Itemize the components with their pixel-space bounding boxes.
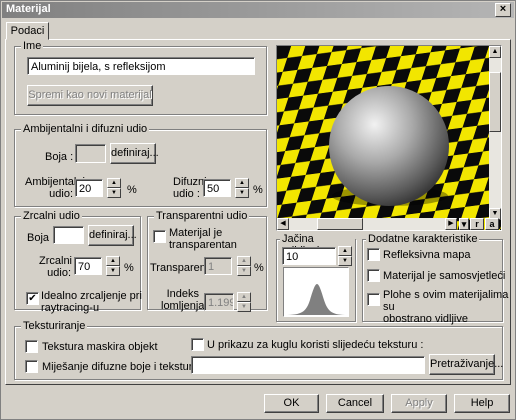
preview-vscrollbar[interactable]: ▲ ▼	[489, 46, 501, 220]
spin-up-icon[interactable]: ▲	[235, 178, 249, 188]
hscroll-thumb[interactable]	[317, 218, 363, 230]
spin-down-icon[interactable]: ▼	[237, 302, 251, 312]
mix-diffuse-label: Miješanje difuzne boje i teksture	[42, 361, 199, 373]
ok-button[interactable]: OK	[264, 394, 319, 413]
highlight-curve-shape	[284, 284, 348, 315]
help-button[interactable]: Help	[454, 394, 510, 413]
extra-legend: Dodatne karakteristike	[366, 233, 480, 245]
both-sides-label: Plohe s ovim materijalima su obostrano vi…	[383, 289, 509, 325]
both-sides-checkbox[interactable]	[367, 293, 380, 306]
ambient-share-label: Ambijentalni udio:	[25, 176, 85, 200]
ambient-define-button[interactable]: definiraj...	[110, 143, 159, 164]
ambient-color-label: Boja :	[45, 151, 74, 163]
reflect-map-label: Refleksivna mapa	[383, 249, 471, 261]
diffuse-percent: %	[253, 184, 263, 196]
close-button[interactable]: ×	[495, 3, 511, 17]
transparent-share-label: Transparent:	[150, 262, 212, 274]
browse-button[interactable]: Pretraživanje...	[429, 354, 503, 375]
material-preview: ▲ ▼ ◀ ▶ ▾ r a	[276, 45, 502, 231]
scroll-right-icon[interactable]: ▶	[445, 218, 457, 230]
is-transparent-checkbox[interactable]	[153, 230, 166, 243]
use-ball-texture-checkbox[interactable]	[191, 338, 204, 351]
mirror-share-input[interactable]: 70	[74, 257, 102, 275]
transparent-percent: %	[254, 262, 264, 274]
preview-sphere	[329, 86, 449, 206]
cancel-button[interactable]: Cancel	[326, 394, 384, 413]
ideal-reflection-checkbox[interactable]: ✔	[26, 292, 39, 305]
ambient-percent: %	[127, 184, 137, 196]
preview-hscrollbar[interactable]: ◀ ▶	[277, 218, 457, 230]
material-dialog: Materijal × Podaci Ime Aluminij bijela, …	[0, 0, 516, 420]
ambient-share-spinner[interactable]: ▲ ▼	[107, 178, 121, 198]
refraction-index-input[interactable]: 1.199	[204, 293, 234, 311]
tab-podaci[interactable]: Podaci	[6, 22, 49, 40]
texture-mask-label: Tekstura maskira objekt	[42, 341, 158, 353]
name-legend: Ime	[21, 40, 44, 52]
texture-mask-checkbox[interactable]	[25, 340, 38, 353]
ideal-reflection-label: Idealno zrcaljenje pri raytracing-u	[41, 290, 142, 314]
refraction-index-spinner[interactable]: ▲ ▼	[237, 292, 251, 312]
scroll-up-icon[interactable]: ▲	[489, 46, 501, 58]
ambient-legend: Ambijentalni i difuzni udio	[21, 123, 150, 135]
diffuse-share-input[interactable]: 50	[203, 179, 231, 197]
preview-dropdown-icon[interactable]: ▾	[459, 218, 469, 230]
highlight-spinner[interactable]: ▲ ▼	[338, 246, 352, 266]
mix-diffuse-checkbox[interactable]	[25, 360, 38, 373]
mirror-percent: %	[124, 262, 134, 274]
apply-button[interactable]: Apply	[391, 394, 447, 413]
spin-up-icon[interactable]: ▲	[107, 178, 121, 188]
save-as-new-button[interactable]: Spremi kao novi materijal	[27, 85, 153, 106]
reflect-map-checkbox[interactable]	[367, 248, 380, 261]
spin-up-icon[interactable]: ▲	[338, 246, 352, 256]
ambient-color-swatch[interactable]	[75, 144, 106, 163]
self-lit-label: Materijal je samosvjetleći	[383, 270, 506, 282]
preview-scene	[277, 46, 501, 230]
spin-up-icon[interactable]: ▲	[237, 256, 251, 266]
preview-a-button[interactable]: a	[485, 218, 499, 230]
spin-down-icon[interactable]: ▼	[235, 188, 249, 198]
diffuse-share-label: Difuzni udio :	[173, 176, 207, 200]
mirror-define-button[interactable]: definiraj...	[88, 225, 137, 246]
title-bar: Materijal ×	[2, 2, 514, 18]
material-name-input[interactable]: Aluminij bijela, s refleksijom	[27, 57, 255, 75]
mirror-legend: Zrcalni udio	[21, 210, 82, 222]
window-title: Materijal	[6, 3, 51, 15]
transparent-legend: Transparentni udio	[154, 210, 250, 222]
spin-down-icon[interactable]: ▼	[237, 266, 251, 276]
self-lit-checkbox[interactable]	[367, 269, 380, 282]
spin-down-icon[interactable]: ▼	[106, 266, 120, 276]
highlight-input[interactable]: 10	[282, 247, 336, 265]
highlight-curve-plot	[284, 284, 348, 315]
spin-down-icon[interactable]: ▼	[107, 188, 121, 198]
spin-up-icon[interactable]: ▲	[106, 256, 120, 266]
is-transparent-label: Materijal je transparentan	[169, 227, 237, 251]
transparent-share-spinner[interactable]: ▲ ▼	[237, 256, 251, 276]
use-ball-texture-label: U prikazu za kuglu koristi slijedeću tek…	[207, 339, 424, 351]
highlight-curve	[283, 267, 349, 317]
transparent-share-input[interactable]: 1	[204, 257, 232, 275]
mirror-color-swatch[interactable]	[53, 226, 84, 244]
scroll-left-icon[interactable]: ◀	[277, 218, 289, 230]
mirror-share-label: Zrcalni udio:	[39, 255, 73, 279]
mirror-share-spinner[interactable]: ▲ ▼	[106, 256, 120, 276]
preview-r-button[interactable]: r	[470, 218, 484, 230]
texturing-legend: Teksturiranje	[21, 320, 88, 332]
spin-down-icon[interactable]: ▼	[338, 256, 352, 266]
refraction-index-label: Indeks lomljenja:	[161, 288, 208, 312]
mirror-color-label: Boja :	[27, 232, 56, 244]
texture-path-input[interactable]	[191, 356, 425, 374]
ambient-share-input[interactable]: 20	[75, 179, 103, 197]
spin-up-icon[interactable]: ▲	[237, 292, 251, 302]
diffuse-share-spinner[interactable]: ▲ ▼	[235, 178, 249, 198]
vscroll-thumb[interactable]	[489, 72, 501, 132]
